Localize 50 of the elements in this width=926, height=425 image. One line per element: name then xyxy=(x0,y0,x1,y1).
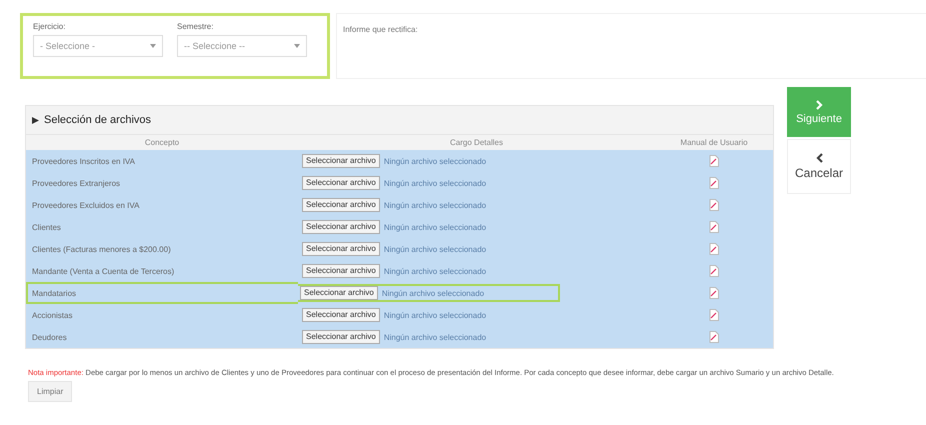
table-cell: Proveedores Extranjeros xyxy=(26,172,298,194)
field-label: Informe que rectifica: xyxy=(343,25,418,34)
document-icon[interactable] xyxy=(709,309,719,321)
document-icon[interactable] xyxy=(709,243,719,255)
table-cell: Mandatarios xyxy=(26,282,298,304)
caret-icon xyxy=(294,44,300,48)
document-icon[interactable] xyxy=(709,177,719,189)
document-icon[interactable] xyxy=(709,287,719,299)
table-cell: Proveedores Excluidos en IVA xyxy=(26,194,298,216)
column-header: Manual de Usuario xyxy=(655,134,773,150)
table-cell: Clientes xyxy=(26,216,298,238)
file-status: Ningún archivo seleccionado xyxy=(384,200,486,210)
file-status: Ningún archivo seleccionado xyxy=(384,266,486,276)
column-header: Concepto xyxy=(26,134,298,150)
file-button[interactable]: Seleccionar archivo xyxy=(302,330,380,344)
clear-button[interactable]: Limpiar xyxy=(28,381,72,402)
file-button[interactable]: Seleccionar archivo xyxy=(302,242,380,256)
expand-toggle-icon[interactable] xyxy=(32,116,39,124)
chevron-left-icon xyxy=(816,153,822,163)
file-button[interactable]: Seleccionar archivo xyxy=(302,220,380,234)
file-status: Ningún archivo seleccionado xyxy=(384,332,486,342)
file-button[interactable]: Seleccionar archivo xyxy=(300,286,378,300)
document-icon[interactable] xyxy=(709,199,719,211)
table-cell: Clientes (Facturas menores a $200.00) xyxy=(26,238,298,260)
document-icon[interactable] xyxy=(709,265,719,277)
table-cell: Deudores xyxy=(26,326,298,348)
file-status: Ningún archivo seleccionado xyxy=(384,178,486,188)
caret-icon xyxy=(150,44,156,48)
file-status: Ningún archivo seleccionado xyxy=(384,222,486,232)
document-icon[interactable] xyxy=(709,221,719,233)
document-icon[interactable] xyxy=(709,155,719,167)
table-cell: Accionistas xyxy=(26,304,298,326)
table-cell: Mandante (Venta a Cuenta de Terceros) xyxy=(26,260,298,282)
file-button[interactable]: Seleccionar archivo xyxy=(302,176,380,190)
file-status: Ningún archivo seleccionado xyxy=(384,244,486,254)
table-cell: Proveedores Inscritos en IVA xyxy=(26,150,298,172)
file-button[interactable]: Seleccionar archivo xyxy=(302,308,380,322)
file-button[interactable]: Seleccionar archivo xyxy=(302,154,380,168)
file-status: Ningún archivo seleccionado xyxy=(382,288,484,298)
field-label: Semestre: xyxy=(177,22,214,31)
file-button[interactable]: Seleccionar archivo xyxy=(302,264,380,278)
field-label: Ejercicio: xyxy=(33,22,66,31)
chevron-right-icon xyxy=(816,100,822,110)
document-icon[interactable] xyxy=(709,331,719,343)
file-button[interactable]: Seleccionar archivo xyxy=(302,198,380,212)
column-header: Cargo Detalles xyxy=(298,134,655,150)
file-status: Ningún archivo seleccionado xyxy=(384,310,486,320)
panel-title: Selección de archivos xyxy=(44,114,152,126)
file-status: Ningún archivo seleccionado xyxy=(384,156,486,166)
cancel-button[interactable]: Cancelar xyxy=(787,139,851,194)
